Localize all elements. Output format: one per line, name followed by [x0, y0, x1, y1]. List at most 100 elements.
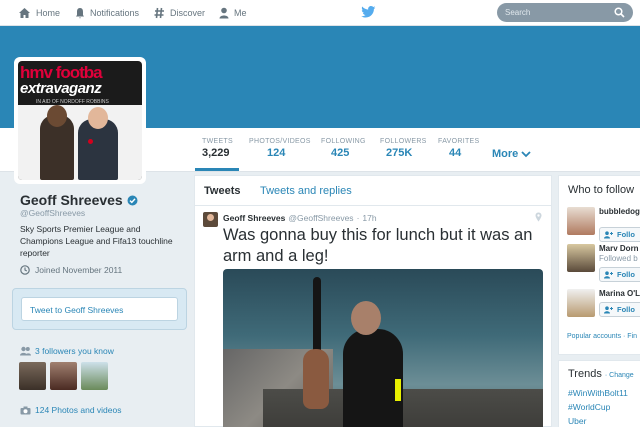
popular-accounts-link[interactable]: Popular accounts · Fin	[567, 333, 637, 340]
profile-joined: Joined November 2011	[20, 265, 122, 275]
suggested-user-context: Followed b	[599, 254, 638, 263]
search-icon[interactable]	[614, 7, 625, 18]
tweet-author-handle[interactable]: @GeoffShreeves	[288, 213, 353, 223]
tweet-photo[interactable]	[223, 269, 543, 427]
more-menu-button[interactable]: More	[492, 148, 531, 160]
camera-icon	[20, 406, 31, 414]
location-pin-icon	[535, 212, 542, 222]
tweet-to-box: Tweet to Geoff Shreeves	[12, 288, 187, 330]
nav-discover[interactable]: Discover	[154, 6, 205, 20]
tweet-author-name[interactable]: Geoff Shreeves	[223, 213, 285, 223]
timeline-tabs: Tweets Tweets and replies	[195, 176, 551, 206]
nav-me-label: Me	[234, 8, 247, 18]
nav-home[interactable]: Home	[18, 6, 60, 20]
tab-tweets-and-replies[interactable]: Tweets and replies	[260, 185, 352, 197]
trends-title-text: Trends	[568, 368, 602, 380]
photo-diver-body	[343, 329, 403, 427]
profile-joined-text: Joined November 2011	[35, 265, 123, 275]
nav-discover-label: Discover	[170, 8, 206, 18]
photos-videos-text: 124 Photos and videos	[35, 405, 122, 415]
nav-notifications-label: Notifications	[90, 8, 140, 18]
avatar-poppy	[88, 139, 93, 144]
trends-change-link[interactable]: · Change	[605, 372, 634, 379]
photo-raised-arm	[313, 277, 321, 357]
clock-icon	[20, 265, 30, 275]
stat-photos-videos[interactable]: PHOTOS/VIDEOS 124	[249, 138, 311, 159]
add-person-icon	[604, 270, 613, 278]
tweet-header: Geoff Shreeves @GeoffShreeves · 17h	[223, 213, 377, 223]
photo-yellow-tag	[395, 379, 401, 401]
suggested-user-name[interactable]: bubbledog	[599, 207, 640, 216]
tweet-to-button[interactable]: Tweet to Geoff Shreeves	[21, 297, 178, 321]
search-input[interactable]	[505, 5, 605, 20]
follow-button[interactable]: Follo	[599, 302, 640, 317]
photo-octopus	[303, 349, 329, 409]
suggested-user-avatar[interactable]	[567, 244, 595, 272]
search-box[interactable]	[497, 3, 633, 22]
tweet-timestamp[interactable]: 17h	[362, 213, 376, 223]
avatar-person-right-head	[88, 107, 108, 129]
nav-home-label: Home	[36, 8, 61, 18]
follow-button-label: Follo	[617, 305, 635, 314]
stat-tweets-value: 3,229	[202, 147, 230, 159]
people-icon	[20, 346, 31, 356]
follower-avatar[interactable]	[81, 362, 108, 390]
stat-photos-value: 124	[267, 147, 286, 159]
twitter-bird-icon[interactable]	[361, 6, 376, 18]
profile-name-text: Geoff Shreeves	[20, 192, 123, 208]
profile-name: Geoff Shreeves	[20, 192, 138, 208]
trend-item[interactable]: #WorldCup	[568, 402, 610, 412]
stat-favorites[interactable]: FAVORITES 44	[438, 138, 479, 159]
follow-button[interactable]: Follo	[599, 267, 640, 282]
suggested-user-avatar[interactable]	[567, 207, 595, 235]
suggested-user-avatar[interactable]	[567, 289, 595, 317]
follow-button[interactable]: Follo	[599, 227, 640, 242]
follow-button-label: Follo	[617, 270, 635, 279]
stat-following-label: FOLLOWING	[321, 138, 366, 145]
follower-avatar[interactable]	[19, 362, 46, 390]
followers-you-know-text: 3 followers you know	[35, 346, 114, 356]
suggested-user-name[interactable]: Marv Dorn	[599, 244, 639, 253]
avatar-banner-line-2: extravaganz	[20, 80, 102, 97]
trend-item[interactable]: Uber	[568, 416, 586, 426]
stat-following-value: 425	[331, 147, 350, 159]
add-person-icon	[604, 305, 613, 313]
who-to-follow-title: Who to follow	[568, 184, 635, 196]
stat-followers-value: 275K	[386, 147, 413, 159]
stat-following[interactable]: FOLLOWING 425	[321, 138, 366, 159]
bell-icon	[76, 8, 84, 19]
more-label: More	[492, 148, 519, 160]
stat-tweets-label: TWEETS	[202, 138, 233, 145]
stat-photos-label: PHOTOS/VIDEOS	[249, 138, 311, 145]
tweet-meta-separator: ·	[356, 213, 360, 223]
verified-badge-icon	[127, 195, 138, 205]
profile-bio: Sky Sports Premier League and Champions …	[20, 224, 173, 258]
stat-followers[interactable]: FOLLOWERS 275K	[380, 138, 427, 159]
tweet-timeline: Tweets Tweets and replies Geoff Shreeves…	[194, 175, 552, 427]
profile-handle[interactable]: @GeoffShreeves	[20, 208, 85, 218]
home-icon	[19, 8, 30, 18]
tweet-author-avatar[interactable]	[203, 212, 218, 227]
follow-button-label: Follo	[617, 230, 635, 239]
profile-avatar[interactable]: hmv footba extravaganz IN AID OF NORDOFF…	[14, 57, 146, 184]
stat-tweets[interactable]: TWEETS 3,229	[202, 138, 233, 159]
stat-followers-label: FOLLOWERS	[380, 138, 427, 145]
suggested-user-name[interactable]: Marina O'L	[599, 289, 640, 298]
photos-videos-link[interactable]: 124 Photos and videos	[20, 405, 121, 415]
nav-me[interactable]: Me	[219, 6, 247, 20]
trends-panel: Trends · Change #WinWithBolt11 #WorldCup…	[558, 360, 640, 427]
followers-you-know-link[interactable]: 3 followers you know	[20, 346, 114, 356]
trend-item[interactable]: #WinWithBolt11	[568, 388, 628, 398]
top-navigation-bar: Home Notifications Discover Me	[0, 0, 640, 26]
tab-tweets[interactable]: Tweets	[204, 185, 240, 197]
active-stat-underline	[195, 168, 239, 171]
follower-avatar[interactable]	[50, 362, 77, 390]
who-to-follow-panel: Who to follow bubbledog Follo Marv Dorn …	[558, 175, 640, 355]
stat-favorites-label: FAVORITES	[438, 138, 480, 145]
nav-notifications[interactable]: Notifications	[75, 6, 139, 20]
stat-favorites-value: 44	[449, 147, 462, 159]
avatar-person-left-head	[47, 105, 67, 127]
trends-title: Trends · Change	[568, 368, 634, 380]
chevron-down-icon	[521, 151, 531, 158]
hashtag-icon	[154, 7, 164, 19]
